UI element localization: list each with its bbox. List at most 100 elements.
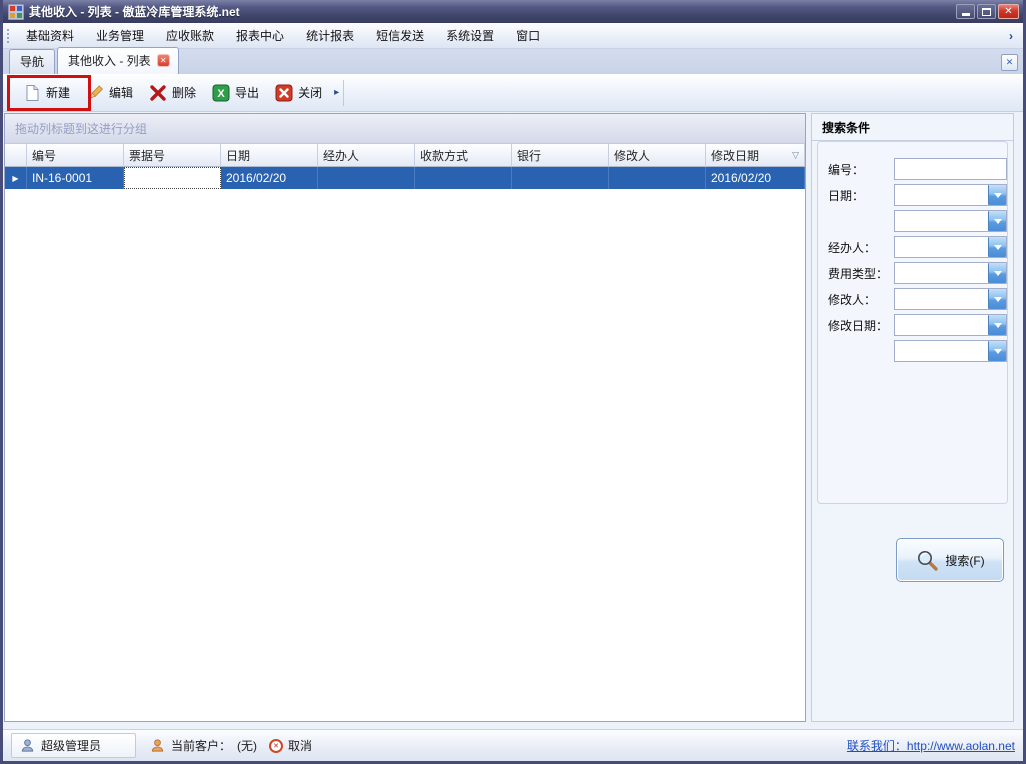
edit-button[interactable]: 编辑 [78, 79, 141, 107]
search-icon [915, 548, 939, 572]
menu-overflow-button[interactable]: › [1003, 27, 1019, 45]
column-header-number[interactable]: 编号 [27, 144, 124, 167]
maximize-button[interactable] [977, 4, 996, 19]
handler-label: 经办人： [828, 239, 876, 256]
menu-item-sms[interactable]: 短信发送 [365, 23, 435, 48]
tab-other-income-list[interactable]: 其他收入 - 列表 ✕ [57, 47, 179, 74]
column-header-receipt-no[interactable]: 票据号 [124, 144, 221, 167]
app-icon [8, 4, 24, 20]
svg-text:X: X [217, 88, 225, 100]
row-indicator-header [5, 144, 27, 167]
row-indicator-cell: ▶ [5, 167, 27, 189]
modifier-label: 修改人： [828, 291, 876, 308]
close-label: 关闭 [298, 84, 322, 101]
sort-descending-icon: ▽ [792, 150, 799, 161]
search-button[interactable]: 搜索(F) [896, 538, 1004, 582]
delete-x-icon [149, 84, 167, 102]
menu-item-window[interactable]: 窗口 [505, 23, 551, 48]
modifier-dropdown[interactable] [894, 288, 1007, 310]
modify-date-from-dropdown[interactable] [894, 314, 1007, 336]
data-grid: 拖动列标题到这进行分组 编号 票据号 日期 经办人 收款方式 银行 修改人 修改… [4, 113, 806, 722]
excel-export-icon: X [212, 84, 230, 102]
modify-date-to-dropdown[interactable] [894, 340, 1007, 362]
search-panel: 搜索条件 编号： 日期： 经办人： [811, 113, 1014, 722]
modify-date-label: 修改日期： [828, 317, 888, 334]
grid-header-row: 编号 票据号 日期 经办人 收款方式 银行 修改人 修改日期 ▽ [5, 144, 805, 167]
column-header-payment-method[interactable]: 收款方式 [415, 144, 512, 167]
chevron-down-icon[interactable] [988, 289, 1006, 309]
search-conditions-group: 编号： 日期： 经办人： 费用类型： [817, 141, 1008, 504]
export-label: 导出 [235, 84, 259, 101]
close-red-icon [275, 84, 293, 102]
toolbar-grip[interactable] [6, 85, 11, 101]
handler-dropdown[interactable] [894, 236, 1007, 258]
current-user-name: 超级管理员 [41, 737, 101, 754]
export-button[interactable]: X 导出 [204, 79, 267, 107]
column-header-modify-date[interactable]: 修改日期 ▽ [706, 144, 805, 167]
tab-label: 其他收入 - 列表 [68, 52, 151, 69]
cell-modify-date[interactable]: 2016/02/20 [706, 167, 805, 189]
app-window: 其他收入 - 列表 - 傲蓝冷库管理系统.net ✕ 基础资料 业务管理 应收账… [0, 0, 1026, 764]
number-input[interactable] [894, 158, 1007, 180]
cell-date[interactable]: 2016/02/20 [221, 167, 318, 189]
column-header-modifier[interactable]: 修改人 [609, 144, 706, 167]
chevron-down-icon[interactable] [988, 341, 1006, 361]
column-header-handler[interactable]: 经办人 [318, 144, 415, 167]
cell-payment-method[interactable] [415, 167, 512, 189]
toolbar-overflow-button[interactable]: ▸ [330, 80, 344, 106]
current-user-box: 超级管理员 [11, 733, 136, 758]
menu-item-settings[interactable]: 系统设置 [435, 23, 505, 48]
chevron-down-icon[interactable] [988, 237, 1006, 257]
cell-receipt-no-editing[interactable] [124, 167, 221, 189]
date-to-dropdown[interactable] [894, 210, 1007, 232]
cell-modifier[interactable] [609, 167, 706, 189]
customer-label: 当前客户： [171, 737, 231, 754]
search-button-label: 搜索(F) [945, 552, 984, 569]
chevron-down-icon[interactable] [988, 315, 1006, 335]
minimize-button[interactable] [956, 4, 975, 19]
chevron-down-icon[interactable] [988, 211, 1006, 231]
date-from-dropdown[interactable] [894, 184, 1007, 206]
menu-item-basic-data[interactable]: 基础资料 [15, 23, 85, 48]
cell-handler[interactable] [318, 167, 415, 189]
table-row[interactable]: ▶ IN-16-0001 2016/02/20 2016/02/20 [5, 167, 805, 189]
menu-item-statistics[interactable]: 统计报表 [295, 23, 365, 48]
contact-link[interactable]: 联系我们：http://www.aolan.net [847, 737, 1015, 754]
expense-type-label: 费用类型： [828, 265, 888, 282]
menu-bar: 基础资料 业务管理 应收账款 报表中心 统计报表 短信发送 系统设置 窗口 › [3, 23, 1023, 49]
minimize-icon [962, 13, 970, 16]
cell-number[interactable]: IN-16-0001 [27, 167, 124, 189]
chevron-down-icon[interactable] [988, 263, 1006, 283]
close-tab-button[interactable]: 关闭 [267, 79, 330, 107]
close-icon: ✕ [1004, 7, 1012, 17]
tab-close-icon[interactable]: ✕ [157, 54, 170, 67]
cancel-button[interactable]: ✕ 取消 [269, 737, 312, 754]
delete-button[interactable]: 删除 [141, 79, 204, 107]
new-button[interactable]: 新建 [15, 79, 78, 107]
group-by-bar[interactable]: 拖动列标题到这进行分组 [5, 114, 805, 144]
new-label: 新建 [46, 84, 70, 101]
delete-label: 删除 [172, 84, 196, 101]
tabstrip-close-button[interactable]: ✕ [1001, 54, 1018, 71]
number-label: 编号： [828, 161, 864, 178]
window-title: 其他收入 - 列表 - 傲蓝冷库管理系统.net [29, 3, 240, 20]
pencil-icon [86, 84, 104, 102]
maximize-icon [982, 8, 991, 16]
status-bar: 超级管理员 当前客户： (无) ✕ 取消 联系我们：http://www.aol… [3, 729, 1023, 761]
menu-item-business[interactable]: 业务管理 [85, 23, 155, 48]
column-header-date[interactable]: 日期 [221, 144, 318, 167]
menu-item-receivables[interactable]: 应收账款 [155, 23, 225, 48]
menu-grip[interactable] [6, 28, 11, 44]
column-header-label: 修改日期 [711, 147, 759, 164]
customer-icon [150, 738, 165, 753]
tab-strip: 导航 其他收入 - 列表 ✕ ✕ [3, 49, 1023, 74]
expense-type-dropdown[interactable] [894, 262, 1007, 284]
customer-value: (无) [237, 737, 257, 754]
cell-bank[interactable] [512, 167, 609, 189]
tab-navigation[interactable]: 导航 [9, 49, 55, 74]
menu-item-report-center[interactable]: 报表中心 [225, 23, 295, 48]
close-button[interactable]: ✕ [998, 4, 1019, 19]
column-header-bank[interactable]: 银行 [512, 144, 609, 167]
chevron-down-icon[interactable] [988, 185, 1006, 205]
cancel-icon: ✕ [269, 739, 283, 753]
